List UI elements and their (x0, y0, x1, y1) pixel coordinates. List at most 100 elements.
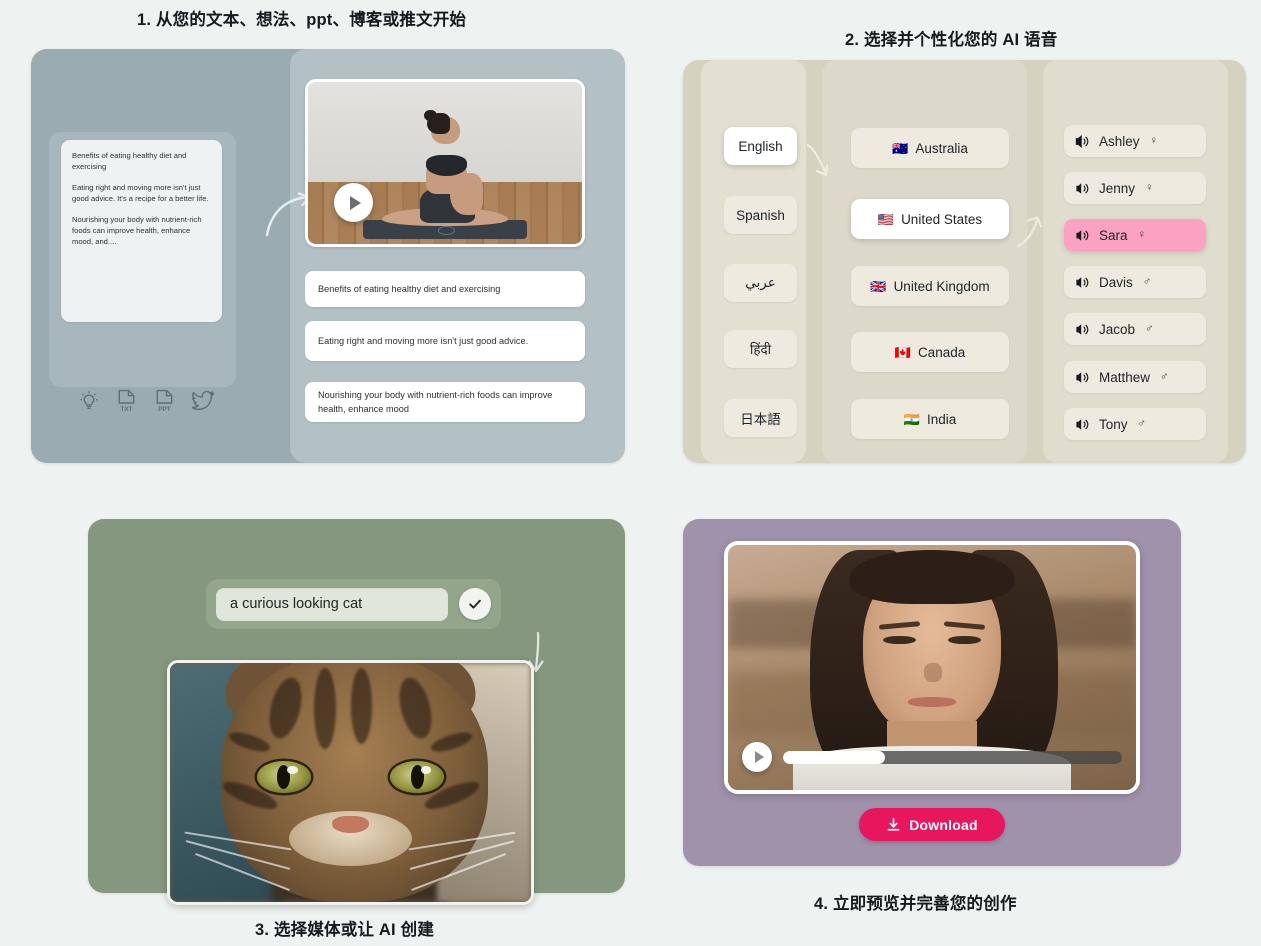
speaker-icon (1076, 276, 1089, 288)
generated-video-preview[interactable] (305, 79, 585, 247)
voice-label: Tony (1099, 416, 1128, 432)
step1-panel: Benefits of eating healthy diet and exer… (31, 49, 625, 463)
voice-option-davis[interactable]: Davis ♂ (1064, 266, 1206, 298)
download-label: Download (909, 816, 978, 833)
step3-caption: 3. 选择媒体或让 AI 创建 (255, 921, 435, 939)
media-prompt-input[interactable]: a curious looking cat (216, 587, 448, 621)
speaker-icon (1075, 134, 1089, 148)
flag-icon-australia: 🇦🇺 (892, 140, 909, 156)
country-label: Canada (917, 344, 966, 360)
step2-caption: 2. 选择并个性化您的 AI 语音 (845, 31, 1058, 49)
voice-option-sara[interactable]: Sara ♀ (1064, 219, 1206, 251)
language-option-arabic[interactable]: عربي (724, 264, 797, 302)
gender-icon-female: ♀ (1145, 182, 1154, 194)
language-option-spanish[interactable]: Spanish (724, 196, 797, 234)
gender-icon-male: ♂ (1145, 323, 1154, 335)
source-text-body: Benefits of eating healthy diet and exer… (61, 140, 222, 322)
play-triangle-icon (350, 195, 361, 210)
script-row-text: Nourishing your body with nutrient-rich … (318, 389, 553, 414)
play-button[interactable] (742, 742, 772, 772)
flag-icon-united-states: 🇺🇸 (877, 211, 895, 227)
media-prompt-value: a curious looking cat (230, 596, 363, 612)
ppt-file-icon[interactable]: PPT (154, 389, 175, 413)
country-option-india[interactable]: 🇮🇳 India (851, 399, 1009, 439)
flow-arrow-icon (1016, 216, 1043, 248)
source-text-line-1: Benefits of eating healthy diet and exer… (72, 151, 187, 172)
country-label: India (926, 411, 957, 427)
language-label: English (738, 138, 783, 154)
script-row[interactable]: Nourishing your body with nutrient-rich … (305, 382, 585, 422)
voice-label: Matthew (1099, 369, 1151, 385)
media-prompt-bar: a curious looking cat (206, 579, 501, 629)
flag-icon-india: 🇮🇳 (903, 411, 920, 427)
voice-option-jenny[interactable]: Jenny ♀ (1064, 172, 1206, 204)
country-option-canada[interactable]: 🇨🇦 Canada (851, 332, 1009, 372)
check-icon (469, 599, 481, 609)
voice-column (1043, 60, 1228, 463)
download-button[interactable]: Download (859, 808, 1005, 841)
step4-panel: Download (683, 519, 1181, 866)
gender-icon-male: ♂ (1160, 371, 1169, 383)
voice-label: Sara (1099, 227, 1128, 243)
voice-label: Jenny (1099, 180, 1136, 196)
infographic-stage: 1. 从您的文本、想法、ppt、博客或推文开始 2. 选择并个性化您的 AI 语… (0, 0, 1261, 946)
cat-illustration (170, 663, 531, 902)
generated-image-preview[interactable] (167, 660, 534, 905)
script-row-text: Benefits of eating healthy diet and exer… (318, 283, 501, 294)
gender-icon-female: ♀ (1137, 229, 1147, 241)
flag-icon-canada: 🇨🇦 (894, 344, 911, 360)
txt-file-icon[interactable]: TXT (116, 389, 137, 413)
speaker-icon (1076, 229, 1089, 241)
country-label: Australia (915, 140, 968, 156)
idea-lightbulb-icon[interactable] (79, 390, 99, 412)
gender-icon-female: ♀ (1149, 135, 1159, 147)
country-option-united-states[interactable]: 🇺🇸 United States (851, 199, 1009, 239)
country-option-united-kingdom[interactable]: 🇬🇧 United Kingdom (851, 266, 1009, 306)
speaker-icon (1076, 371, 1089, 383)
country-label: United States (901, 211, 983, 227)
language-option-japanese[interactable]: 日本語 (724, 399, 797, 437)
step4-caption: 4. 立即预览并完善您的创作 (814, 895, 1017, 913)
gender-icon-male: ♂ (1142, 276, 1152, 288)
source-text-line-3: Nourishing your body with nutrient-rich … (72, 214, 202, 247)
video-progress-fill (783, 750, 885, 764)
play-triangle-icon (754, 751, 764, 763)
voice-option-matthew[interactable]: Matthew ♂ (1064, 361, 1206, 393)
svg-text:PPT: PPT (158, 406, 171, 413)
play-button[interactable] (334, 183, 373, 222)
source-text-line-2: Eating right and moving more isn't just … (72, 182, 209, 204)
voice-label: Ashley (1099, 133, 1140, 149)
country-option-australia[interactable]: 🇦🇺 Australia (851, 128, 1009, 168)
script-row-text: Eating right and moving more isn't just … (318, 335, 529, 346)
voice-option-tony[interactable]: Tony ♂ (1064, 408, 1206, 440)
language-option-hindi[interactable]: हिंदी (724, 330, 797, 368)
flag-icon-united-kingdom: 🇬🇧 (870, 278, 887, 294)
speaker-icon (1076, 182, 1089, 194)
voice-label: Jacob (1099, 321, 1136, 337)
script-row[interactable]: Benefits of eating healthy diet and exer… (305, 271, 585, 307)
gender-icon-male: ♂ (1137, 418, 1147, 430)
script-row[interactable]: Eating right and moving more isn't just … (305, 321, 585, 361)
language-label: 日本語 (740, 412, 781, 427)
voice-option-jacob[interactable]: Jacob ♂ (1064, 313, 1206, 345)
video-controls (742, 742, 1122, 772)
language-option-english[interactable]: English (724, 127, 797, 165)
final-video-preview[interactable] (724, 541, 1140, 794)
language-label: हिंदी (749, 342, 772, 357)
voice-label: Davis (1099, 274, 1133, 290)
svg-text:TXT: TXT (120, 406, 132, 413)
input-source-icons: TXT PPT (79, 383, 219, 419)
video-progress-slider[interactable] (783, 750, 1122, 764)
download-icon (887, 817, 900, 831)
speaker-icon (1076, 323, 1089, 335)
confirm-prompt-button[interactable] (459, 588, 491, 620)
step1-caption: 1. 从您的文本、想法、ppt、博客或推文开始 (137, 11, 467, 29)
country-label: United Kingdom (893, 278, 990, 294)
language-label: عربي (745, 275, 776, 290)
language-label: Spanish (736, 207, 785, 223)
speaker-icon (1076, 418, 1089, 430)
twitter-bird-icon[interactable] (192, 390, 215, 412)
voice-option-ashley[interactable]: Ashley ♀ (1064, 125, 1206, 157)
step3-panel: a curious looking cat (88, 519, 625, 905)
flow-arrow-icon (806, 143, 829, 177)
